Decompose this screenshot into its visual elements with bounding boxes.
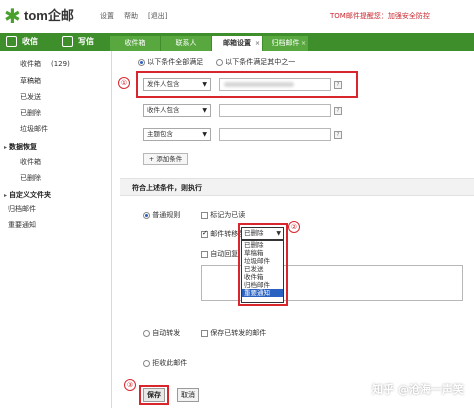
folder-select-value: 已删除: [244, 229, 264, 237]
blurred-address: [224, 82, 294, 87]
sidebar-item-drafts[interactable]: 草稿箱: [20, 76, 41, 86]
sidebar-heading-custom[interactable]: 自定义文件夹: [4, 190, 51, 200]
security-notice[interactable]: TOM邮件提醒您：加强安全防控: [330, 11, 430, 21]
help-icon[interactable]: ?: [334, 81, 342, 89]
condition-value-input[interactable]: [219, 78, 331, 91]
close-tab-icon[interactable]: ×: [301, 36, 306, 51]
reject-label: 拒收此邮件: [152, 359, 188, 367]
unread-count: (129): [51, 60, 70, 68]
actions-section-title: 符合上述条件，则执行: [120, 178, 474, 196]
reject-radio[interactable]: [143, 359, 150, 367]
tab-mail-settings-label: 邮箱设置: [223, 39, 251, 47]
tab-mail-settings[interactable]: 邮箱设置 ×: [212, 36, 262, 51]
mark-read-option[interactable]: 标记为已读: [201, 210, 245, 220]
tab-contacts[interactable]: 联系人: [161, 36, 211, 51]
settings-link[interactable]: 设置: [100, 11, 114, 21]
normal-rule-radio[interactable]: [143, 211, 150, 219]
compose-button[interactable]: 写信: [56, 33, 106, 51]
callout-2: ②: [288, 221, 300, 233]
chevron-down-icon: ▼: [276, 230, 281, 237]
chevron-down-icon: ▼: [202, 131, 207, 138]
tom-logo-text: tom企邮: [24, 8, 74, 23]
tab-archive-label: 归档邮件: [271, 39, 300, 47]
chevron-down-icon: ▼: [202, 81, 207, 88]
sidebar-item-deleted[interactable]: 已删除: [20, 108, 41, 118]
folder-label: 收件箱: [20, 60, 41, 68]
help-link[interactable]: 帮助: [124, 11, 138, 21]
sidebar-item-sent[interactable]: 已发送: [20, 92, 41, 102]
sidebar-item-recovery-inbox[interactable]: 收件箱: [20, 157, 41, 167]
refresh-icon: [6, 36, 17, 47]
receive-mail-button[interactable]: 收信: [0, 33, 50, 51]
chevron-down-icon: ▼: [202, 107, 207, 114]
folder-option[interactable]: 收件箱: [242, 273, 283, 281]
tom-logo-icon: ✱: [4, 4, 21, 28]
top-header: ✱ tom企邮 设置 帮助 [退出] TOM邮件提醒您：加强安全防控: [0, 0, 474, 33]
match-any-option[interactable]: 以下条件满足其中之一: [216, 57, 295, 67]
auto-reply-checkbox[interactable]: [201, 250, 208, 258]
reject-option[interactable]: 拒收此邮件: [143, 358, 187, 368]
callout-3: ③: [124, 379, 136, 391]
auto-reply-label: 自动回复: [210, 250, 239, 258]
folder-option[interactable]: 已发送: [242, 265, 283, 273]
tab-archive[interactable]: 归档邮件 ×: [263, 36, 308, 51]
condition-field-select[interactable]: 收件人包含 ▼: [143, 104, 211, 117]
save-button[interactable]: 保存: [143, 388, 165, 402]
keep-forwarded-label: 保存已转发的邮件: [210, 329, 267, 337]
auto-forward-option[interactable]: 自动转发: [143, 328, 180, 338]
condition-field-value: 发件人包含: [147, 80, 180, 88]
condition-field-select[interactable]: 发件人包含 ▼: [143, 78, 211, 91]
sidebar-heading-recovery[interactable]: 数据恢复: [4, 142, 37, 152]
match-all-label: 以下条件全部满足: [147, 58, 204, 66]
condition-value-input[interactable]: [219, 128, 331, 141]
condition-field-value: 主题包含: [147, 130, 173, 138]
move-to-folder-select[interactable]: 已删除 ▼: [241, 227, 284, 240]
sidebar-item-spam[interactable]: 垃圾邮件: [20, 124, 48, 134]
folder-option-highlighted[interactable]: 重要通知: [242, 289, 283, 297]
help-icon[interactable]: ?: [334, 131, 342, 139]
sidebar-item-important[interactable]: 重要通知: [8, 220, 36, 230]
mark-read-checkbox[interactable]: [201, 211, 208, 219]
folder-dropdown-list: 已删除 草稿箱 垃圾邮件 已发送 收件箱 归档邮件 重要通知: [241, 240, 284, 303]
add-condition-button[interactable]: + 添加条件: [143, 153, 188, 165]
move-to-checkbox[interactable]: [201, 229, 208, 238]
folder-option[interactable]: 草稿箱: [242, 249, 283, 257]
mark-read-label: 标记为已读: [210, 211, 246, 219]
logout-link[interactable]: [退出]: [148, 11, 167, 21]
help-icon[interactable]: ?: [334, 107, 342, 115]
compose-label: 写信: [78, 37, 94, 46]
normal-rule-option[interactable]: 普通规则: [143, 210, 180, 220]
auto-reply-option[interactable]: 自动回复: [201, 249, 238, 259]
keep-forwarded-checkbox[interactable]: [201, 329, 208, 337]
condition-field-select[interactable]: 主题包含 ▼: [143, 128, 211, 141]
normal-rule-label: 普通规则: [152, 211, 181, 219]
match-any-radio[interactable]: [216, 58, 223, 66]
close-tab-icon[interactable]: ×: [255, 36, 260, 51]
tab-inbox-label: 收件箱: [124, 39, 146, 47]
folder-option[interactable]: 已删除: [242, 241, 283, 249]
sidebar-item-inbox[interactable]: 收件箱 (129): [20, 59, 70, 69]
auto-forward-radio[interactable]: [143, 329, 150, 337]
tab-contacts-label: 联系人: [175, 39, 197, 47]
tab-inbox[interactable]: 收件箱: [110, 36, 160, 51]
receive-mail-label: 收信: [22, 37, 38, 46]
main-nav: 收信 写信 收件箱 联系人 邮箱设置 × 归档邮件 ×: [0, 33, 474, 51]
auto-forward-label: 自动转发: [152, 329, 181, 337]
match-all-radio[interactable]: [138, 58, 145, 66]
folder-option[interactable]: 归档邮件: [242, 281, 283, 289]
tom-logo[interactable]: ✱ tom企邮: [4, 5, 74, 27]
watermark: 知乎 @沧海一声笑: [372, 383, 464, 396]
match-all-option[interactable]: 以下条件全部满足: [138, 57, 203, 67]
compose-icon: [62, 36, 73, 47]
sidebar-item-recovery-deleted[interactable]: 已删除: [20, 173, 41, 183]
sidebar-item-archive[interactable]: 归档邮件: [8, 204, 36, 214]
folder-option[interactable]: 垃圾邮件: [242, 257, 283, 265]
callout-1: ①: [118, 77, 130, 89]
match-any-label: 以下条件满足其中之一: [225, 58, 296, 66]
cancel-button[interactable]: 取消: [177, 388, 199, 402]
condition-value-input[interactable]: [219, 104, 331, 117]
sidebar: 收件箱 (129) 草稿箱 已发送 已删除 垃圾邮件 数据恢复 收件箱 已删除 自…: [0, 51, 112, 408]
keep-forwarded-option[interactable]: 保存已转发的邮件: [201, 328, 266, 338]
condition-field-value: 收件人包含: [147, 106, 180, 114]
